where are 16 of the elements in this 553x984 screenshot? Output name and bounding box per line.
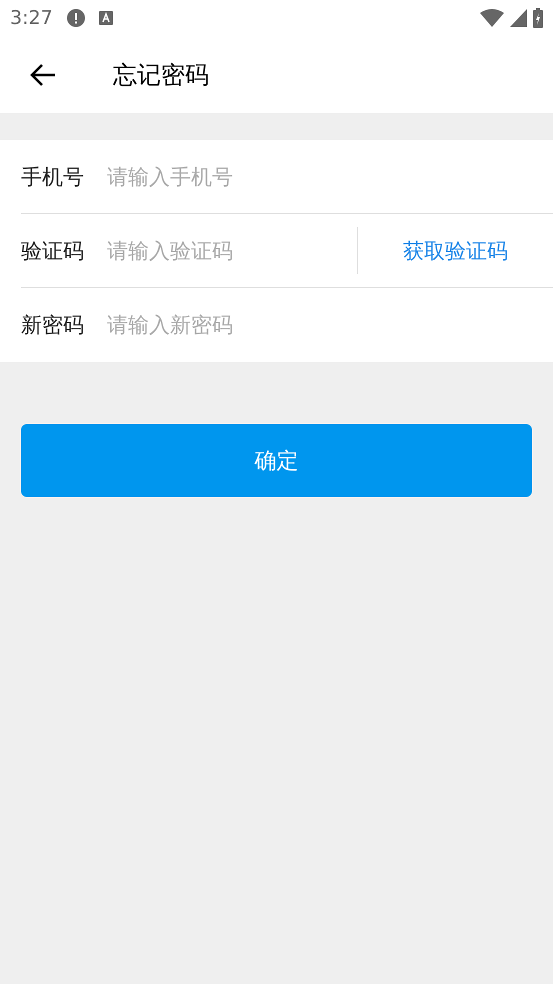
signal-icon <box>510 9 527 27</box>
field-label: 手机号 <box>21 164 85 190</box>
field-label: 验证码 <box>21 238 85 264</box>
keyboard-icon <box>98 11 113 25</box>
confirm-button[interactable]: 确定 <box>21 424 532 497</box>
page-title: 忘记密码 <box>113 60 209 90</box>
get-code-button[interactable]: 获取验证码 <box>358 236 553 264</box>
back-arrow-icon[interactable] <box>30 62 56 86</box>
field-label: 新密码 <box>21 312 85 339</box>
battery-icon <box>533 8 543 28</box>
input-field[interactable]: 请输入手机号 <box>107 164 553 188</box>
status-time: 3:27 <box>10 7 53 29</box>
wifi-icon <box>480 9 504 27</box>
input-field[interactable]: 请输入新密码 <box>107 313 553 337</box>
alert-icon <box>66 9 85 27</box>
input-field[interactable]: 请输入验证码 <box>107 238 357 262</box>
